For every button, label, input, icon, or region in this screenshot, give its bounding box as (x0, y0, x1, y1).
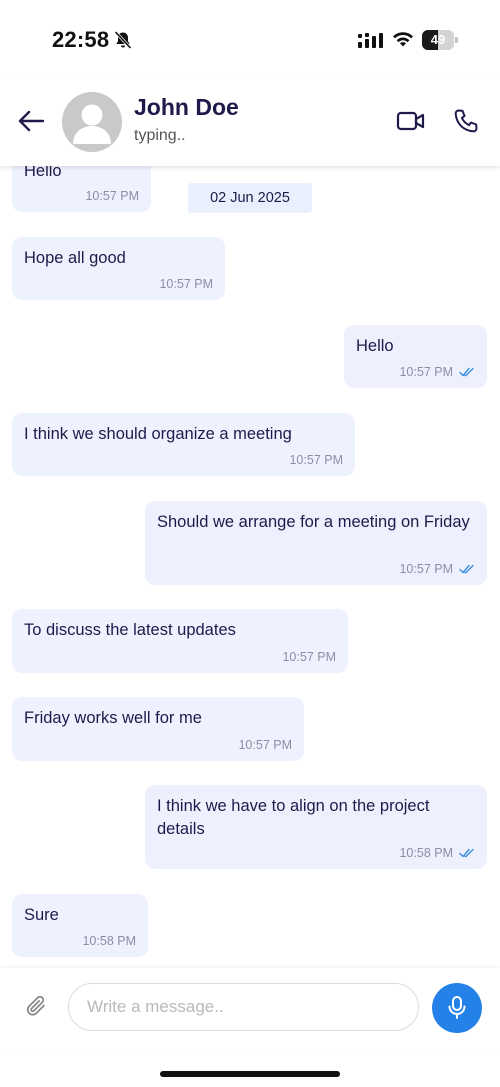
message-input[interactable] (68, 983, 419, 1031)
message-text: Sure (24, 906, 59, 924)
message-time: 10:57 PM (159, 277, 213, 291)
message-composer (0, 968, 500, 1048)
avatar[interactable] (62, 92, 122, 152)
message-bubble[interactable]: I think we have to align on the project … (145, 785, 487, 869)
message-bubble[interactable]: Friday works well for me 10:57 PM (12, 697, 304, 761)
message-time: 10:57 PM (238, 738, 292, 752)
message-time: 10:57 PM (289, 453, 343, 467)
back-arrow-icon[interactable] (16, 108, 46, 134)
bell-muted-icon (114, 30, 132, 50)
chat-header: John Doe typing.. (0, 78, 500, 166)
message-text: Friday works well for me (24, 709, 202, 727)
message-time: 10:57 PM (399, 365, 453, 379)
message-bubble[interactable]: To discuss the latest updates 10:57 PM (12, 609, 348, 673)
message-bubble[interactable]: Hello 10:57 PM (12, 166, 151, 212)
wifi-icon (393, 32, 413, 47)
message-time: 10:57 PM (399, 562, 453, 576)
contact-name[interactable]: John Doe (134, 94, 239, 121)
contact-status: typing.. (134, 127, 186, 144)
message-time: 10:58 PM (82, 934, 136, 948)
message-text: Hello (356, 337, 394, 355)
message-bubble[interactable]: Should we arrange for a meeting on Frida… (145, 501, 487, 585)
paperclip-icon[interactable] (25, 993, 49, 1019)
message-bubble[interactable]: I think we should organize a meeting 10:… (12, 413, 355, 476)
microphone-icon (448, 996, 466, 1019)
message-time: 10:58 PM (399, 846, 453, 860)
status-time: 22:58 (52, 27, 110, 52)
signal-icon (358, 33, 383, 48)
double-check-icon (459, 564, 474, 574)
message-time: 10:57 PM (85, 189, 139, 203)
home-indicator[interactable] (160, 1071, 340, 1077)
status-bar: 22:58 49 (0, 0, 500, 78)
double-check-icon (459, 848, 474, 858)
video-camera-icon[interactable] (396, 109, 426, 133)
message-bubble[interactable]: Hope all good 10:57 PM (12, 237, 225, 300)
message-bubble[interactable]: Hello 10:57 PM (344, 325, 487, 388)
phone-icon[interactable] (452, 107, 480, 135)
message-text: I think we should organize a meeting (24, 425, 292, 443)
message-text: To discuss the latest updates (24, 621, 236, 639)
message-text: I think we have to align on the project … (157, 797, 430, 838)
user-placeholder-icon (73, 104, 111, 144)
message-time: 10:57 PM (282, 650, 336, 664)
message-list[interactable]: Hello 10:57 PM 02 Jun 2025 Hope all good… (0, 166, 500, 968)
battery-indicator: 49 (422, 30, 458, 50)
message-bubble[interactable]: Sure 10:58 PM (12, 894, 148, 957)
message-text: Hope all good (24, 249, 126, 267)
mic-button[interactable] (432, 983, 482, 1033)
battery-level: 49 (430, 32, 446, 47)
date-separator: 02 Jun 2025 (188, 183, 312, 213)
message-text: Should we arrange for a meeting on Frida… (157, 513, 470, 531)
message-text: Hello (24, 166, 62, 180)
double-check-icon (459, 367, 474, 377)
